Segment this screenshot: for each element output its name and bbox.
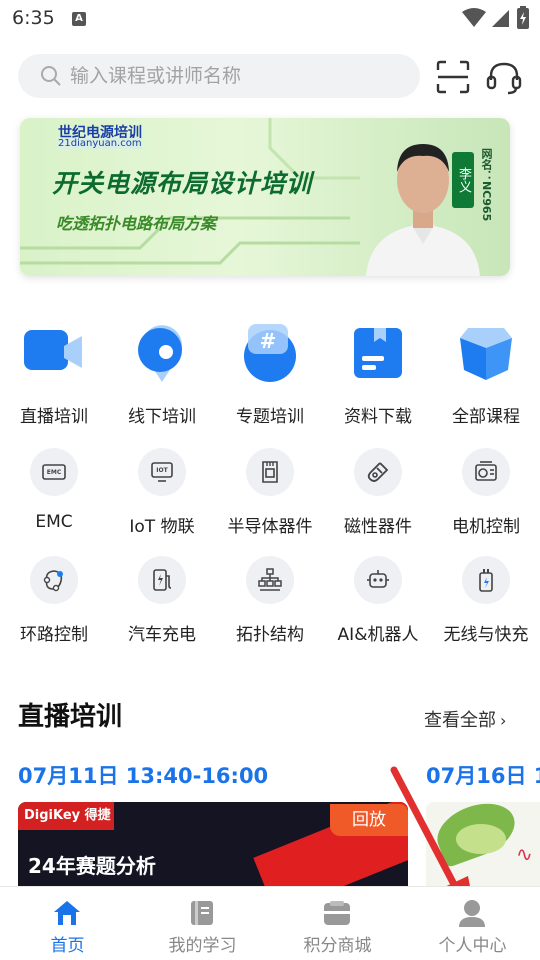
category-label: 直播培训 [20,407,88,427]
waveform-icon: ∿ [516,842,533,866]
home-icon [54,901,80,925]
loop-icon [30,556,78,604]
category-label: 全部课程 [452,407,520,427]
tab-label: 个人中心 [438,936,507,956]
store-icon [324,901,350,925]
search-icon [41,66,61,86]
banner-title: 开关电源布局设计培训 [52,169,313,198]
instructor-name: 李义 [452,152,474,208]
wifi-icon [462,8,486,27]
live-course-card[interactable]: DigiKey 得捷 回放 24年赛题分析 [18,802,408,890]
live-video-icon [24,330,82,370]
category-label: AI&机器人 [337,625,419,645]
svg-text:IOT: IOT [156,467,168,474]
motor-icon [462,448,510,496]
location-pin-icon [138,325,182,382]
status-time: 6:35 [12,7,55,29]
charging-station-icon [138,556,186,604]
category-label: EMC [35,512,73,532]
book-icon [191,901,213,925]
see-all-label: 查看全部 [424,710,496,731]
tab-points-store[interactable]: 积分商城 [270,887,405,960]
category-label: IoT 物联 [129,517,195,537]
banner-subtitle: 吃透拓扑电路布局方案 [56,214,217,233]
customer-service-icon[interactable] [486,60,522,96]
svg-text:#: # [260,329,277,353]
hashtag-icon: # [244,324,296,382]
scan-icon[interactable] [436,60,470,94]
battery-charge-icon [462,556,510,604]
chip-icon [246,448,294,496]
svg-text:EMC: EMC [47,469,62,476]
tab-label: 首页 [50,936,85,956]
category-label: 资料下载 [344,407,412,427]
category-label: 汽车充电 [128,625,196,645]
tab-my-learning[interactable]: 我的学习 [135,887,270,960]
category-label: 专题培训 [236,407,304,427]
category-label: 环路控制 [20,625,88,645]
live-date: 07月11日 13:40-16:00 [18,764,269,788]
signal-icon [492,10,509,27]
document-icon [354,328,402,378]
banner-brand-url: 21dianyuan.com [58,138,142,149]
box-icon [460,328,512,380]
search-bar[interactable] [18,54,420,98]
category-label: 线下培训 [128,407,196,427]
battery-icon [517,6,529,29]
course-title: 24年赛题分析 [28,854,156,878]
chevron-right-icon: › [500,711,507,730]
tab-label: 积分商城 [303,936,372,956]
see-all-link[interactable]: 查看全部 › [424,706,506,732]
search-input[interactable] [70,54,400,98]
emc-icon: EMC [30,448,78,496]
sponsor-logo: DigiKey 得捷 [18,802,114,830]
category-label: 磁性器件 [344,517,412,537]
iot-monitor-icon: IOT [138,448,186,496]
category-label: 拓扑结构 [236,625,304,645]
section-title: 直播培训 [18,702,123,732]
bottom-tab-bar: 首页 我的学习 积分商城 个人中心 [0,886,540,960]
tab-profile[interactable]: 个人中心 [405,887,540,960]
notification-icon: A [72,12,86,26]
status-bar: 6:35 A [0,0,540,40]
robot-icon [354,556,402,604]
category-label: 半导体器件 [227,517,313,537]
person-icon [459,900,485,927]
tab-home[interactable]: 首页 [0,887,135,960]
topology-icon [246,556,294,604]
magnet-icon [354,448,402,496]
tab-label: 我的学习 [168,936,237,956]
category-label: 电机控制 [452,517,520,537]
instructor-code: 网名：NC965 [480,148,493,222]
promo-banner[interactable]: 世纪电源培训 21dianyuan.com 开关电源布局设计培训 吃透拓扑电路布… [20,118,510,276]
category-label: 无线与快充 [443,625,529,645]
